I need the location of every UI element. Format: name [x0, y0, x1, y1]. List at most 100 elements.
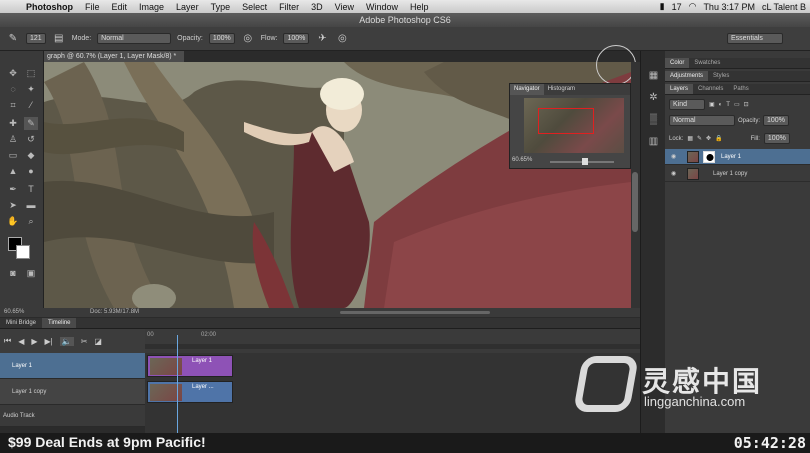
tab-timeline[interactable]: Timeline	[42, 318, 77, 328]
visibility-eye-icon[interactable]: ◉	[671, 166, 679, 182]
menu-edit[interactable]: Edit	[106, 2, 134, 12]
fill-field[interactable]: 100%	[763, 133, 790, 144]
layer-row-layer-1[interactable]: ◉ Layer 1	[665, 149, 810, 165]
track-layer-1[interactable]: Layer 1	[0, 353, 145, 379]
tab-navigator[interactable]: Navigator	[510, 84, 544, 95]
flow-field[interactable]: 100%	[283, 33, 310, 44]
navigator-zoom[interactable]: 60.65%	[512, 157, 532, 163]
move-tool-icon[interactable]: ✥	[6, 67, 20, 80]
filter-pixel-icon[interactable]: ▣	[709, 101, 715, 108]
layer-thumbnail[interactable]	[687, 151, 699, 163]
clock[interactable]: Thu 3:17 PM	[703, 2, 755, 12]
split-icon[interactable]: ✂	[81, 337, 88, 346]
pen-tool-icon[interactable]: ✒	[6, 183, 20, 196]
track-layer-1-copy[interactable]: Layer 1 copy	[0, 379, 145, 405]
layer-opacity-field[interactable]: 100%	[763, 115, 789, 126]
eyedropper-tool-icon[interactable]: ⁄	[24, 99, 38, 112]
layer-name[interactable]: Layer 1 copy	[713, 166, 747, 182]
play-icon[interactable]: ▶	[31, 337, 37, 346]
airbrush-icon[interactable]: ✈	[315, 32, 329, 46]
transition-icon[interactable]: ◪	[94, 337, 102, 346]
pressure-opacity-icon[interactable]: ◎	[241, 32, 255, 46]
stamp-tool-icon[interactable]: ♙	[6, 133, 20, 146]
wifi-icon[interactable]: ◠	[689, 1, 697, 12]
blend-mode-select[interactable]: Normal	[669, 115, 735, 126]
tab-styles[interactable]: Styles	[708, 71, 734, 81]
hand-tool-icon[interactable]: ✋	[6, 215, 20, 228]
paint-bucket-tool-icon[interactable]: ◆	[24, 149, 38, 162]
eraser-tool-icon[interactable]: ▭	[6, 149, 20, 162]
crop-tool-icon[interactable]: ⌗	[6, 99, 20, 112]
zoom-tool-icon[interactable]: ⌕	[24, 215, 38, 228]
lock-position-icon[interactable]: ✥	[706, 135, 711, 142]
menu-view[interactable]: View	[329, 2, 360, 12]
blur-tool-icon[interactable]: ▲	[6, 165, 20, 178]
menu-app[interactable]: Photoshop	[20, 2, 79, 12]
audio-toggle-icon[interactable]: 🔈	[59, 336, 74, 346]
healing-tool-icon[interactable]: ✚	[6, 117, 20, 130]
playhead[interactable]	[177, 335, 178, 433]
tab-layers[interactable]: Layers	[665, 84, 694, 94]
layer-thumbnail[interactable]	[687, 168, 699, 180]
navigator-zoom-knob[interactable]	[582, 158, 588, 165]
properties-icon[interactable]: ✲	[646, 91, 661, 105]
user-name[interactable]: cL Talent B	[762, 2, 806, 12]
history-icon[interactable]: ▦	[646, 69, 661, 83]
menu-select[interactable]: Select	[236, 2, 273, 12]
tab-color[interactable]: Color	[665, 58, 690, 68]
work-area-bar[interactable]	[145, 344, 640, 349]
visibility-eye-icon[interactable]: ◉	[671, 149, 679, 165]
history-brush-tool-icon[interactable]: ↺	[24, 133, 38, 146]
mode-select[interactable]: Normal	[97, 33, 172, 44]
document-tab[interactable]: graph @ 60.7% (Layer 1, Layer Mask/8) *	[44, 51, 184, 62]
menu-help[interactable]: Help	[404, 2, 435, 12]
filter-shape-icon[interactable]: ▭	[734, 101, 740, 108]
brush-tool-icon[interactable]: ✎	[6, 32, 20, 46]
menu-window[interactable]: Window	[360, 2, 404, 12]
lasso-tool-icon[interactable]: ◌	[6, 83, 20, 96]
clip-layer-1-copy[interactable]: Layer ...	[147, 381, 233, 403]
lock-all-icon[interactable]: 🔒	[715, 135, 722, 142]
menu-3d[interactable]: 3D	[305, 2, 329, 12]
timeline-tracks[interactable]: Layer 1 Layer ...	[145, 353, 640, 433]
audio-track[interactable]: Audio Track	[0, 405, 145, 427]
brush-panel-icon[interactable]: ▤	[52, 32, 66, 46]
layer-name[interactable]: Layer 1	[721, 149, 741, 165]
horizontal-scrollbar[interactable]	[340, 311, 490, 314]
dodge-tool-icon[interactable]: ●	[24, 165, 38, 178]
battery-icon[interactable]: ▮	[660, 1, 665, 12]
tab-swatches[interactable]: Swatches	[689, 58, 725, 68]
lock-paint-icon[interactable]: ✎	[697, 135, 702, 142]
go-to-first-frame-icon[interactable]: ⏮	[4, 336, 11, 346]
tab-adjustments[interactable]: Adjustments	[665, 71, 709, 81]
menu-image[interactable]: Image	[133, 2, 170, 12]
next-frame-icon[interactable]: ▶|	[45, 337, 53, 346]
status-doc-info[interactable]: Doc: 5.93M/17.8M	[90, 308, 139, 317]
pressure-size-icon[interactable]: ◎	[335, 32, 349, 46]
filter-type-icon[interactable]: T	[726, 102, 730, 108]
canvas-vertical-scrollbar[interactable]	[631, 62, 640, 308]
tab-histogram[interactable]: Histogram	[544, 84, 579, 95]
navigator-view-box[interactable]	[538, 108, 594, 134]
brush-size-picker[interactable]: 121	[26, 33, 46, 44]
background-color-swatch[interactable]	[16, 245, 30, 259]
layer-mask-thumbnail[interactable]	[703, 151, 715, 163]
quick-select-tool-icon[interactable]: ✦	[24, 83, 38, 96]
menu-file[interactable]: File	[79, 2, 106, 12]
scrollbar-thumb[interactable]	[632, 172, 638, 232]
brush-tool-icon[interactable]: ✎	[24, 117, 38, 130]
layer-row-layer-1-copy[interactable]: ◉ Layer 1 copy	[665, 166, 810, 182]
lock-pixels-icon[interactable]: ▦	[687, 135, 693, 142]
tab-channels[interactable]: Channels	[693, 84, 728, 94]
tab-paths[interactable]: Paths	[728, 84, 753, 94]
timeline-ruler[interactable]: 00 02:00	[145, 329, 640, 353]
layer-filter-kind[interactable]: Kind	[669, 99, 705, 110]
menu-layer[interactable]: Layer	[170, 2, 205, 12]
status-zoom[interactable]: 60.65%	[4, 308, 24, 317]
path-select-tool-icon[interactable]: ➤	[6, 199, 20, 212]
menu-type[interactable]: Type	[205, 2, 237, 12]
quick-mask-icon[interactable]: ◙	[6, 267, 20, 280]
type-tool-icon[interactable]: T	[24, 183, 38, 196]
filter-smart-icon[interactable]: ⊡	[744, 101, 749, 108]
marquee-tool-icon[interactable]: ⬚	[24, 67, 38, 80]
